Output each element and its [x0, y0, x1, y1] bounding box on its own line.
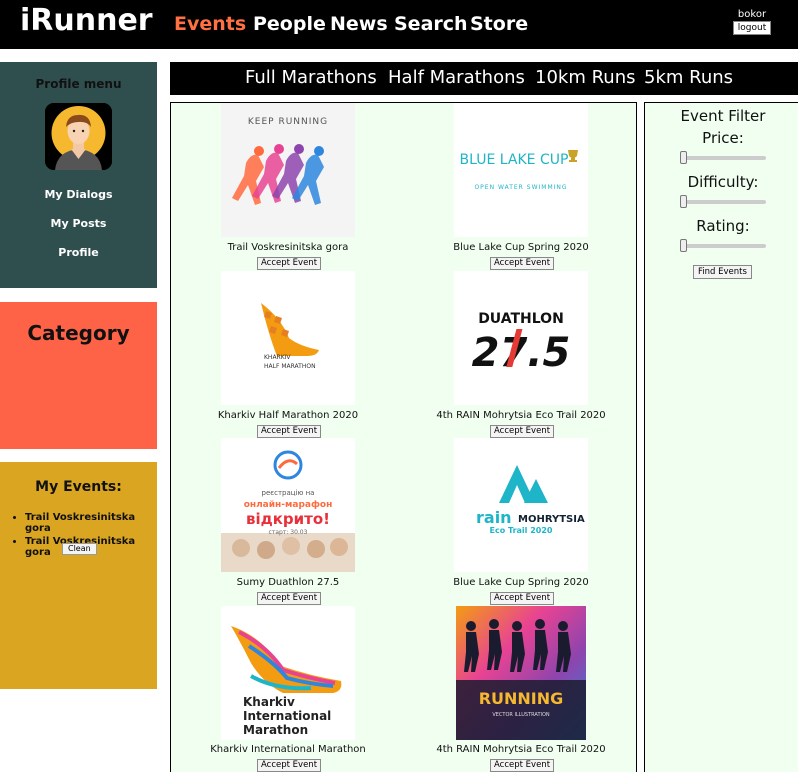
accept-event-button[interactable]: Accept Event: [257, 425, 322, 438]
svg-text:International: International: [243, 709, 331, 723]
event-name: Kharkiv International Marathon: [210, 744, 366, 755]
clean-button[interactable]: Clean: [62, 543, 97, 555]
svg-text:Eco Trail 2020: Eco Trail 2020: [490, 526, 553, 535]
svg-text:реєстрацію на: реєстрацію на: [262, 489, 315, 497]
category-tabs: Full Marathons Half Marathons 10km Runs …: [170, 62, 798, 95]
svg-text:MOHRYTSIA: MOHRYTSIA: [518, 514, 585, 525]
app-logo[interactable]: iRunner: [20, 3, 153, 38]
logout-button[interactable]: logout: [732, 21, 772, 35]
rating-label: Rating:: [696, 217, 750, 235]
find-events-button[interactable]: Find Events: [693, 265, 752, 279]
tab-full-marathons[interactable]: Full Marathons: [245, 67, 377, 88]
svg-text:старт: 30.03: старт: 30.03: [269, 529, 308, 536]
svg-text:KEEP RUNNING: KEEP RUNNING: [248, 117, 328, 127]
svg-text:Marathon: Marathon: [243, 723, 308, 737]
menu-profile[interactable]: Profile: [0, 246, 157, 259]
accept-event-button[interactable]: Accept Event: [490, 425, 555, 438]
my-events-title: My Events:: [35, 479, 122, 495]
my-event-item: Trail Voskresinitska gora: [25, 512, 157, 534]
event-name: Trail Voskresinitska gora: [227, 242, 349, 253]
event-name: Sumy Duathlon 27.5: [236, 577, 340, 588]
my-events-panel: My Events: Trail Voskresinitska gora Tra…: [0, 462, 157, 689]
accept-event-button[interactable]: Accept Event: [257, 759, 322, 772]
tab-10km-runs[interactable]: 10km Runs: [535, 67, 635, 88]
accept-event-button[interactable]: Accept Event: [490, 759, 555, 772]
event-image-kharkiv-international[interactable]: Kharkiv International Marathon: [221, 606, 355, 740]
event-image-keep-running[interactable]: KEEP RUNNING: [221, 103, 355, 237]
avatar: [45, 103, 112, 170]
user-box: bokor logout: [728, 9, 776, 35]
accept-event-button[interactable]: Accept Event: [490, 257, 555, 270]
profile-menu-title: Profile menu: [35, 77, 122, 91]
event-image-kharkiv-half[interactable]: KHARKIV HALF MARATHON: [221, 271, 355, 405]
svg-text:27.5: 27.5: [472, 330, 571, 376]
slider-thumb[interactable]: [680, 151, 687, 164]
events-grid: KEEP RUNNING Trail Voskresinitska gora A…: [170, 102, 637, 772]
tab-half-marathons[interactable]: Half Marathons: [388, 67, 525, 88]
event-name: Blue Lake Cup Spring 2020: [453, 242, 589, 253]
event-name: Blue Lake Cup Spring 2020: [453, 577, 589, 588]
filter-title: Event Filter: [680, 107, 766, 125]
accept-event-button[interactable]: Accept Event: [490, 592, 555, 605]
svg-text:VECTOR ILLUSTRATION: VECTOR ILLUSTRATION: [492, 712, 550, 718]
category-panel: Category: [0, 302, 157, 449]
category-title: Category: [27, 321, 130, 345]
svg-text:Kharkiv: Kharkiv: [243, 695, 295, 709]
menu-my-dialogs[interactable]: My Dialogs: [0, 188, 157, 201]
top-navbar: iRunner Events People News Search Store …: [0, 0, 798, 49]
event-image-duathlon[interactable]: DUATHLON 27.5: [454, 271, 588, 405]
svg-text:онлайн-марафон: онлайн-марафон: [244, 500, 333, 510]
event-image-running[interactable]: RUNNING VECTOR ILLUSTRATION: [456, 606, 586, 740]
event-image-online-marathon[interactable]: реєстрацію на онлайн-марафон відкрито! с…: [221, 438, 355, 572]
rating-slider[interactable]: [680, 239, 766, 252]
price-slider[interactable]: [680, 151, 766, 164]
svg-text:BLUE LAKE CUP: BLUE LAKE CUP: [460, 152, 569, 168]
event-image-blue-lake-cup[interactable]: BLUE LAKE CUP OPEN WATER SWIMMING: [454, 103, 588, 237]
price-label: Price:: [702, 129, 744, 147]
svg-text:HALF MARATHON: HALF MARATHON: [264, 363, 316, 370]
nav-people[interactable]: People: [253, 13, 326, 35]
svg-text:DUATHLON: DUATHLON: [478, 311, 564, 327]
event-filter-panel: Event Filter Price: Difficulty: Rating: …: [644, 102, 798, 772]
nav-store[interactable]: Store: [470, 13, 528, 35]
svg-text:RUNNING: RUNNING: [479, 689, 564, 708]
slider-thumb[interactable]: [680, 239, 687, 252]
menu-my-posts[interactable]: My Posts: [0, 217, 157, 230]
svg-text:відкрито!: відкрито!: [246, 510, 330, 528]
tab-5km-runs[interactable]: 5km Runs: [644, 67, 733, 88]
svg-text:OPEN WATER SWIMMING: OPEN WATER SWIMMING: [474, 184, 567, 191]
event-name: 4th RAIN Mohrytsia Eco Trail 2020: [436, 744, 606, 755]
svg-text:rain: rain: [476, 508, 512, 527]
event-image-rain-mohrytsia[interactable]: rain MOHRYTSIA Eco Trail 2020: [454, 438, 588, 572]
event-name: Kharkiv Half Marathon 2020: [217, 410, 359, 421]
nav-news[interactable]: News: [330, 13, 388, 35]
profile-menu-panel: Profile menu My Dialogs My Posts Profile: [0, 62, 157, 288]
accept-event-button[interactable]: Accept Event: [257, 257, 322, 270]
avatar-illustration: [45, 103, 112, 170]
accept-event-button[interactable]: Accept Event: [257, 592, 322, 605]
event-name: 4th RAIN Mohrytsia Eco Trail 2020: [436, 410, 606, 421]
difficulty-slider[interactable]: [680, 195, 766, 208]
nav-search[interactable]: Search: [394, 13, 468, 35]
username: bokor: [737, 9, 767, 20]
slider-thumb[interactable]: [680, 195, 687, 208]
nav-events[interactable]: Events: [174, 13, 246, 35]
difficulty-label: Difficulty:: [687, 173, 759, 191]
svg-text:KHARKIV: KHARKIV: [264, 354, 291, 361]
